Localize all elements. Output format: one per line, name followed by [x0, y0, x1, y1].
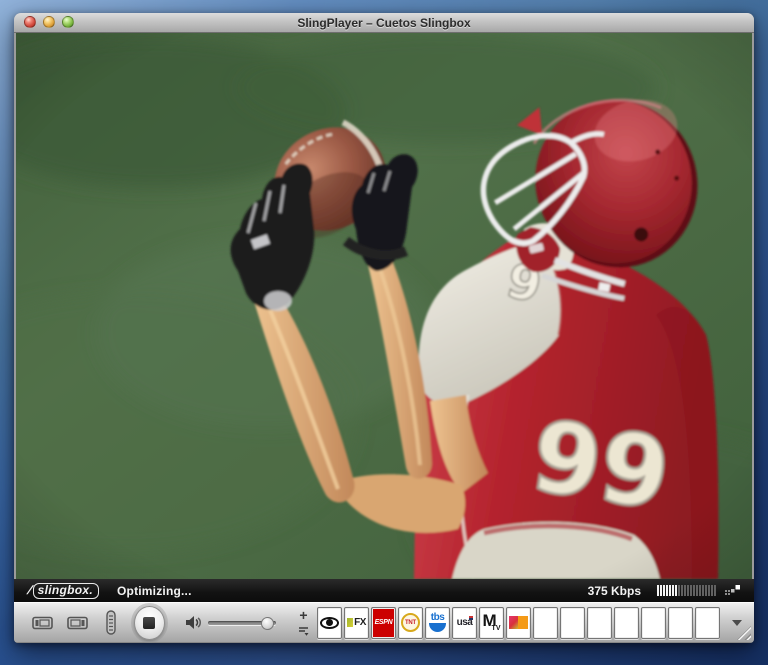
channel-button-fx[interactable]: FX: [344, 607, 369, 639]
title-bar[interactable]: SlingPlayer – Cuetos Slingbox: [14, 13, 754, 33]
channel-button-mtv[interactable]: M TV: [479, 607, 504, 639]
bitrate-value: 375 Kbps: [588, 584, 641, 598]
resize-grip[interactable]: [737, 626, 751, 640]
stream-status-text: Optimizing...: [117, 584, 192, 598]
signal-bar: [693, 585, 695, 596]
channel-button-espn[interactable]: ESPN: [371, 607, 396, 639]
usa-flag-mark: [469, 616, 473, 620]
channel-preset-strip: FX ESPN TNT tbs usa M TV: [317, 607, 722, 639]
tbs-logo: tbs: [429, 613, 446, 632]
signal-bar: [711, 585, 713, 596]
fx-logo: FX: [347, 617, 366, 628]
minimize-button[interactable]: [43, 16, 55, 28]
espn-logo: ESPN: [375, 619, 393, 626]
channel-tools: +: [298, 607, 309, 639]
signal-bar: [681, 585, 683, 596]
signal-bar: [669, 585, 671, 596]
signal-bar: [675, 585, 677, 596]
normal-screen-button[interactable]: [30, 614, 55, 632]
video-image: 9 99: [16, 33, 752, 579]
signal-bar: [684, 585, 686, 596]
normal-screen-icon: [32, 616, 53, 630]
control-bar: + FX ESPN TNT tbs: [14, 602, 754, 643]
signal-meter: [657, 585, 717, 597]
channel-slot-empty-5[interactable]: [641, 607, 666, 639]
add-channel-button[interactable]: +: [299, 607, 307, 623]
channel-slot-empty-7[interactable]: [695, 607, 720, 639]
slingplayer-window: SlingPlayer – Cuetos Slingbox: [14, 13, 754, 643]
window-title: SlingPlayer – Cuetos Slingbox: [297, 16, 470, 30]
volume-slider[interactable]: [208, 616, 276, 630]
status-bar: / slingbox. Optimizing... 375 Kbps: [14, 579, 754, 602]
widescreen-button[interactable]: [65, 614, 90, 632]
slingbox-logo-text: slingbox.: [33, 583, 99, 599]
signal-bar: [714, 585, 716, 596]
channel-button-vh1[interactable]: [506, 607, 531, 639]
traffic-lights: [24, 16, 74, 28]
video-display: 9 99: [16, 33, 752, 579]
signal-bar: [696, 585, 698, 596]
vh1-logo: [509, 616, 528, 629]
signal-bar: [699, 585, 701, 596]
signal-bar: [657, 585, 659, 596]
network-status-icon: [725, 585, 740, 596]
cbs-eye-icon: [320, 617, 339, 629]
chevron-down-icon: [732, 620, 742, 626]
remote-control-button[interactable]: [104, 608, 118, 637]
signal-bar: [702, 585, 704, 596]
channel-slot-empty-1[interactable]: [533, 607, 558, 639]
volume-knob[interactable]: [261, 617, 274, 630]
signal-bar: [666, 585, 668, 596]
speaker-icon: [185, 615, 202, 630]
zoom-button[interactable]: [62, 16, 74, 28]
list-chevron-icon: [298, 627, 309, 636]
signal-bar: [708, 585, 710, 596]
channel-list-expander-button[interactable]: [298, 623, 309, 639]
slingbox-logo: / slingbox.: [28, 583, 99, 599]
close-button[interactable]: [24, 16, 36, 28]
mute-button[interactable]: [183, 613, 204, 632]
signal-bar: [690, 585, 692, 596]
signal-bar: [660, 585, 662, 596]
tnt-logo: TNT: [401, 613, 420, 632]
signal-bar: [678, 585, 680, 596]
channel-slot-empty-4[interactable]: [614, 607, 639, 639]
signal-bar: [705, 585, 707, 596]
channel-slot-empty-2[interactable]: [560, 607, 585, 639]
channel-button-cbs[interactable]: [317, 607, 342, 639]
channel-button-usa[interactable]: usa: [452, 607, 477, 639]
signal-bar: [672, 585, 674, 596]
channel-slot-empty-6[interactable]: [668, 607, 693, 639]
mtv-logo: M TV: [483, 614, 501, 632]
channel-button-tbs[interactable]: tbs: [425, 607, 450, 639]
stop-icon: [143, 617, 155, 629]
widescreen-icon: [67, 616, 88, 630]
remote-control-icon: [106, 610, 116, 635]
signal-bar: [687, 585, 689, 596]
signal-bar: [663, 585, 665, 596]
channel-button-tnt[interactable]: TNT: [398, 607, 423, 639]
channel-slot-empty-3[interactable]: [587, 607, 612, 639]
more-channels-button[interactable]: [730, 618, 744, 628]
stop-button[interactable]: [134, 606, 165, 640]
